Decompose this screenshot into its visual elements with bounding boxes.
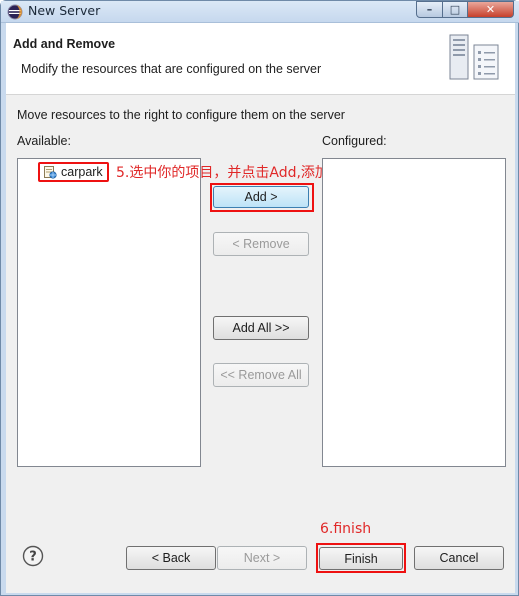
minimize-button[interactable]: –	[416, 1, 443, 18]
close-button[interactable]: ✕	[467, 1, 514, 18]
available-label: Available:	[17, 134, 71, 148]
dialog-body: Add and Remove Modify the resources that…	[6, 23, 515, 593]
page-description: Modify the resources that are configured…	[21, 62, 322, 76]
remove-all-button[interactable]: << Remove All	[213, 363, 309, 387]
page-title: Add and Remove	[13, 37, 116, 51]
configured-label: Configured:	[322, 134, 387, 148]
web-project-icon	[44, 166, 57, 179]
annotation-step6: 6.finish	[320, 521, 372, 537]
server-wizard-icon	[449, 34, 499, 80]
close-icon: ✕	[485, 3, 496, 16]
wizard-header: Add and Remove Modify the resources that…	[6, 23, 515, 95]
remove-button[interactable]: < Remove	[213, 232, 309, 256]
eclipse-icon	[7, 4, 23, 20]
add-button[interactable]: Add >	[213, 186, 309, 208]
next-button[interactable]: Next >	[217, 546, 307, 570]
title-bar: New Server – □ ✕	[1, 1, 519, 23]
finish-button[interactable]: Finish	[319, 547, 403, 570]
window-title: New Server	[28, 3, 101, 18]
list-item-carpark[interactable]: carpark	[38, 162, 109, 182]
configured-list[interactable]	[322, 158, 506, 467]
project-name: carpark	[61, 165, 103, 179]
instruction-text: Move resources to the right to configure…	[17, 108, 345, 122]
svg-text:?: ?	[29, 550, 37, 565]
back-button[interactable]: < Back	[126, 546, 216, 570]
add-all-button[interactable]: Add All >>	[213, 316, 309, 340]
minimize-icon: –	[426, 3, 433, 16]
help-icon[interactable]: ?	[22, 545, 44, 567]
available-list[interactable]: carpark	[17, 158, 201, 467]
cancel-button[interactable]: Cancel	[414, 546, 504, 570]
maximize-icon: □	[449, 3, 461, 16]
maximize-button[interactable]: □	[442, 1, 468, 18]
window-frame: New Server – □ ✕ Add and Remove Modify t…	[0, 0, 519, 596]
